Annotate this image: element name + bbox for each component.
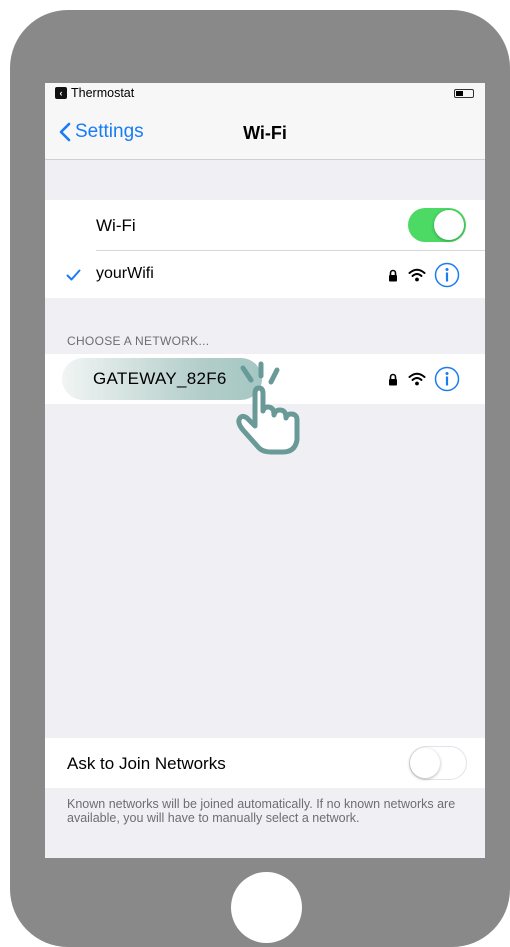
wifi-signal-icon (408, 268, 426, 282)
wifi-group: Wi-Fi yourWifi (45, 200, 485, 298)
wifi-toggle-row: Wi-Fi (45, 200, 485, 250)
ask-to-join-row: Ask to Join Networks (45, 738, 485, 788)
info-icon[interactable] (434, 366, 460, 392)
info-icon[interactable] (434, 262, 460, 288)
wifi-toggle[interactable] (408, 208, 466, 242)
back-to-app-icon[interactable]: ‹ (55, 87, 67, 99)
home-button[interactable] (231, 872, 302, 943)
section-header: CHOOSE A NETWORK... (67, 334, 210, 348)
connected-network-row[interactable]: yourWifi (45, 251, 485, 298)
network-icons (388, 366, 460, 392)
screen: ‹ Thermostat Settings Wi-Fi Wi-Fi yourWi… (45, 83, 485, 858)
ask-to-join-toggle[interactable] (409, 746, 467, 780)
tap-hand-icon (236, 361, 300, 455)
network-name: GATEWAY_82F6 (93, 369, 227, 388)
ask-to-join-label: Ask to Join Networks (67, 754, 226, 773)
battery-level (456, 91, 463, 96)
status-app-name[interactable]: Thermostat (71, 86, 134, 100)
lock-icon (389, 373, 397, 385)
wifi-signal-icon (408, 372, 426, 386)
battery-icon (454, 89, 474, 98)
ask-to-join-footer: Known networks will be joined automatica… (67, 797, 456, 825)
page-title: Wi-Fi (243, 123, 287, 143)
connected-network-icons (388, 262, 460, 288)
wifi-label: Wi-Fi (96, 216, 136, 235)
toggle-knob (434, 210, 464, 240)
navigation-bar: Settings Wi-Fi (45, 103, 485, 160)
ask-to-join-group: Ask to Join Networks (45, 738, 485, 788)
connected-network-name: yourWifi (96, 265, 154, 282)
status-bar: ‹ Thermostat (45, 83, 485, 103)
lock-icon (389, 269, 397, 281)
checkmark-icon (66, 269, 81, 281)
toggle-knob (410, 747, 440, 778)
